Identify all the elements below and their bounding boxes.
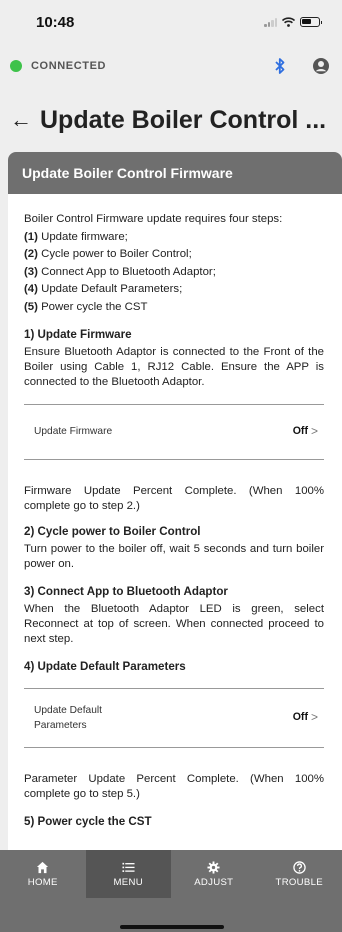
section-title: 4) Update Default Parameters [24, 659, 186, 673]
account-icon[interactable] [312, 57, 330, 75]
tab-label: TROUBLE [275, 876, 323, 888]
section-text: Turn power to the boiler off, wait 5 sec… [24, 542, 324, 570]
system-icons [264, 17, 322, 27]
step-item: (3) Connect App to Bluetooth Adaptor; [24, 265, 216, 278]
toggle-value: Off > [292, 710, 318, 725]
signal-icon [264, 17, 277, 27]
card-body: Boiler Control Firmware update requires … [8, 194, 342, 829]
tab-label: MENU [113, 876, 143, 888]
bluetooth-icon[interactable] [274, 57, 286, 75]
tab-menu[interactable]: MENU [85, 850, 171, 898]
chevron-right-icon: > [310, 424, 318, 439]
section-title: 1) Update Firmware [24, 327, 132, 341]
battery-icon [300, 17, 322, 27]
section-title: 3) Connect App to Bluetooth Adaptor [24, 584, 228, 598]
parameter-percent-text: Parameter Update Percent Complete. (When… [24, 772, 324, 800]
step-item: (5) Power cycle the CST [24, 300, 148, 313]
section-text: When the Bluetooth Adaptor LED is green,… [24, 602, 324, 645]
toggle-label: Update Default Parameters [34, 704, 102, 731]
tab-bar: HOME MENU ADJUST TROUBLE [0, 850, 342, 898]
intro-text: Boiler Control Firmware update requires … [24, 213, 283, 225]
clock: 10:48 [36, 13, 75, 31]
firmware-percent-text: Firmware Update Percent Complete. (When … [24, 484, 324, 512]
back-arrow-icon[interactable]: ← [10, 107, 40, 133]
home-indicator[interactable] [120, 925, 224, 929]
wifi-icon [282, 17, 295, 27]
toggle-value: Off > [292, 424, 318, 439]
firmware-card: Update Boiler Control Firmware Boiler Co… [8, 152, 342, 850]
connected-dot-icon [10, 60, 22, 72]
status-bar: 10:48 [0, 0, 342, 44]
step-item: (4) Update Default Parameters; [24, 283, 183, 296]
update-parameters-toggle[interactable]: Update Default Parameters Off > [24, 687, 324, 748]
update-firmware-toggle[interactable]: Update Firmware Off > [24, 403, 324, 460]
section-text: Ensure Bluetooth Adaptor is connected to… [24, 345, 324, 388]
chevron-right-icon: > [310, 710, 318, 725]
home-icon [37, 861, 49, 873]
tab-trouble[interactable]: TROUBLE [257, 850, 342, 898]
page-title: Update Boiler Control ... [40, 105, 327, 134]
step-item: (1) Update firmware; [24, 230, 128, 243]
tab-label: HOME [27, 876, 58, 888]
menu-icon [122, 862, 135, 872]
connection-bar: CONNECTED [0, 50, 342, 82]
section-title: 5) Power cycle the CST [24, 814, 152, 828]
card-header: Update Boiler Control Firmware [8, 152, 342, 194]
section-title: 2) Cycle power to Boiler Control [24, 524, 201, 538]
connection-text: CONNECTED [31, 60, 107, 72]
tab-home[interactable]: HOME [0, 850, 86, 898]
gear-icon [207, 860, 220, 874]
connection-status: CONNECTED [10, 60, 106, 72]
step-item: (2) Cycle power to Boiler Control; [24, 248, 192, 261]
tab-label: ADJUST [194, 876, 234, 888]
title-bar: ← Update Boiler Control ... [0, 96, 342, 144]
help-icon [293, 860, 306, 874]
toggle-label: Update Firmware [34, 426, 113, 438]
tab-adjust[interactable]: ADJUST [171, 850, 257, 898]
